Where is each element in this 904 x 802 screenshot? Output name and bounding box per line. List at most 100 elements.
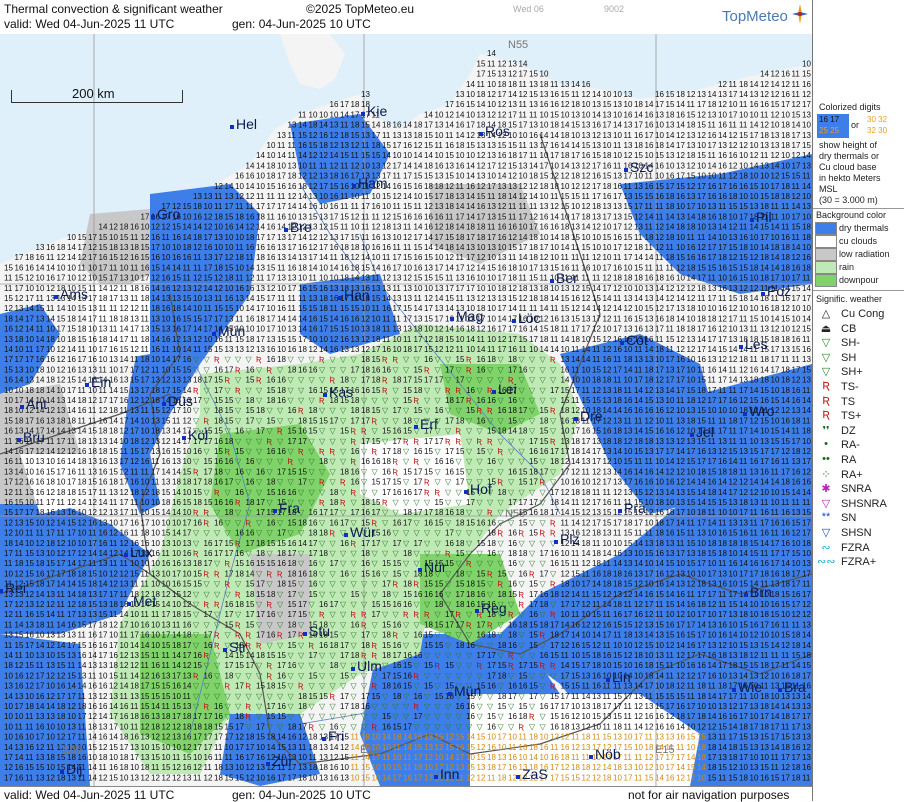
height-digit: 10: [172, 518, 181, 527]
city-label[interactable]: Ber: [556, 270, 578, 286]
height-digit: 18: [351, 702, 360, 711]
weather-glyph: Ʀ: [435, 488, 441, 497]
height-digit: 11: [130, 335, 139, 344]
city-label[interactable]: Löc: [518, 310, 541, 326]
height-digit: 15: [361, 763, 370, 772]
city-label[interactable]: Ros: [485, 123, 510, 139]
height-digit: 11: [99, 488, 108, 497]
height-digit: 17: [435, 314, 444, 323]
height-digit: 17: [781, 549, 790, 558]
weather-glyph: ▽: [403, 712, 410, 721]
weather-glyph: Ʀ: [351, 427, 357, 436]
height-digit: 16: [718, 631, 727, 640]
city-label[interactable]: Kas: [329, 384, 353, 400]
weather-glyph: ▽: [361, 467, 368, 476]
height-digit: 13: [729, 335, 738, 344]
weather-glyph: ▽: [288, 712, 295, 721]
weather-glyph: ▽: [267, 406, 274, 415]
height-digit: 15: [414, 365, 423, 374]
city-label[interactable]: Szc: [630, 159, 653, 175]
weather-glyph: ▽: [456, 488, 463, 497]
height-digit: 13: [330, 121, 339, 130]
height-digit: 15: [151, 263, 160, 272]
city-label[interactable]: Hel: [236, 116, 257, 132]
city-label[interactable]: Han: [344, 287, 370, 303]
height-digit: 18: [529, 172, 538, 181]
height-digit: 11: [571, 692, 580, 701]
city-label[interactable]: Kie: [367, 103, 387, 119]
height-digit: 16: [340, 314, 349, 323]
height-digit: 14: [592, 580, 601, 589]
height-digit: 18: [288, 365, 297, 374]
height-digit: 11: [382, 314, 391, 323]
city-label[interactable]: Ant: [26, 396, 47, 412]
city-label[interactable]: Gro: [157, 206, 180, 222]
city-label[interactable]: Pil: [756, 209, 772, 225]
height-digit: 10: [130, 610, 139, 619]
weather-glyph: ▽: [361, 722, 368, 731]
height-digit: 12: [246, 274, 255, 283]
height-digit: 18: [361, 355, 370, 364]
height-digit: 12: [571, 467, 580, 476]
height-digit: 15: [120, 233, 129, 242]
height-digit: 18: [130, 284, 139, 293]
height-digit: 16: [298, 284, 307, 293]
height-digit: 17: [435, 192, 444, 201]
city-label[interactable]: Cot: [626, 332, 648, 348]
weather-glyph: ▽: [193, 702, 200, 711]
city-label[interactable]: Ein: [91, 374, 111, 390]
height-digit: 18: [718, 539, 727, 548]
height-digit: 12: [519, 192, 528, 201]
height-digit: 17: [508, 365, 517, 374]
height-digit: 12: [729, 172, 738, 181]
height-digit: 18: [172, 304, 181, 313]
city-label[interactable]: Mag: [456, 308, 483, 324]
height-digit: 15: [130, 376, 139, 385]
height-digit: 18: [477, 90, 486, 99]
height-digit: 18: [529, 467, 538, 476]
height-digit: 11: [57, 610, 66, 619]
height-digit: 14: [109, 335, 118, 344]
height-digit: 17: [361, 437, 370, 446]
city-label[interactable]: Lei: [498, 381, 517, 397]
height-digit: 17: [141, 376, 150, 385]
height-digit: 18: [340, 253, 349, 262]
weather-glyph: ▽: [256, 569, 263, 578]
height-digit: 11: [603, 488, 612, 497]
height-digit: 13: [361, 90, 370, 99]
height-digit: 12: [57, 365, 66, 374]
height-digit: 11: [750, 355, 759, 364]
height-digit: 15: [151, 753, 160, 762]
height-digit: 17: [708, 457, 717, 466]
height-digit: 15: [298, 467, 307, 476]
height-digit: 15: [687, 539, 696, 548]
height-digit: 16: [708, 182, 717, 191]
height-digit: 16: [141, 620, 150, 629]
height-digit: 11: [162, 233, 171, 242]
height-digit: 18: [298, 182, 307, 191]
height-digit: 13: [613, 478, 622, 487]
city-label[interactable]: Bre: [290, 219, 312, 235]
city-label[interactable]: Poz: [767, 283, 791, 299]
city-label[interactable]: Ams: [60, 286, 88, 302]
height-digit: 13: [46, 661, 55, 670]
height-digit: 18: [645, 671, 654, 680]
height-digit: 18: [414, 386, 423, 395]
weather-glyph: Ʀ: [204, 600, 210, 609]
height-digit: 18: [456, 518, 465, 527]
height-digit: 16: [487, 457, 496, 466]
city-label[interactable]: Les: [745, 336, 768, 352]
height-digit: 11: [477, 335, 486, 344]
height-digit: 16: [99, 539, 108, 548]
weather-map[interactable]: 1415111213141017151312171510141216111514…: [0, 34, 812, 786]
height-digit: 12: [550, 202, 559, 211]
height-digit: 13: [802, 161, 811, 170]
height-digit: 11: [120, 590, 129, 599]
height-digit: 13: [456, 274, 465, 283]
city-label[interactable]: Ham: [358, 175, 388, 191]
height-digit: 10: [624, 100, 633, 109]
height-digit: 12: [361, 335, 370, 344]
height-digit: 10: [393, 345, 402, 354]
height-digit: 12: [25, 590, 34, 599]
city-label[interactable]: Mün: [218, 323, 245, 339]
